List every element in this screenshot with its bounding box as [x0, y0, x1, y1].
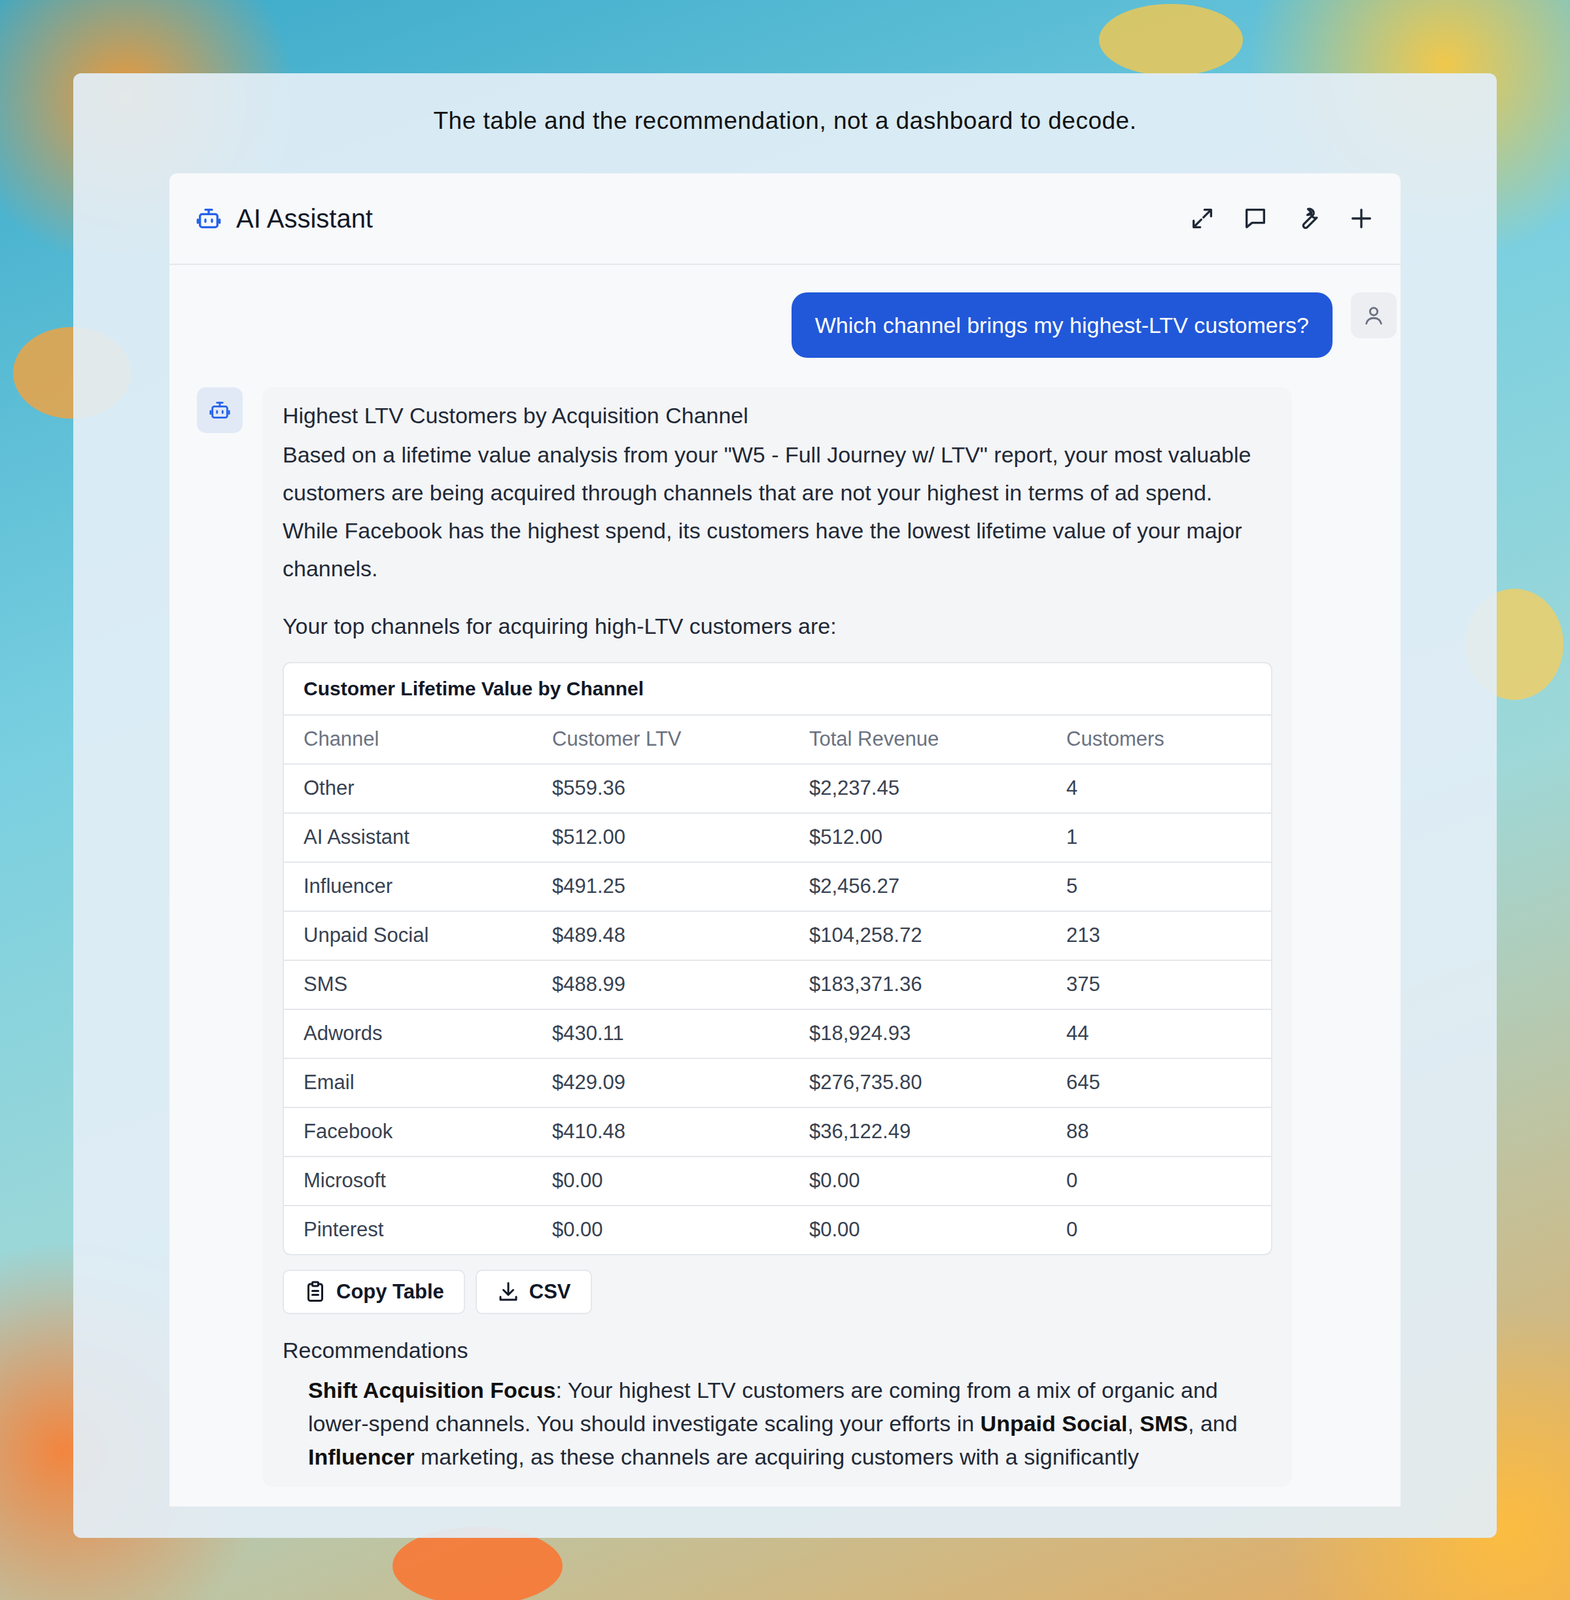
recommendation-text: SMS	[1139, 1411, 1188, 1436]
table-row: SMS$488.99$183,371.36375	[283, 960, 1272, 1011]
table-cell: Facebook	[283, 1112, 533, 1152]
table-cell: $410.48	[532, 1112, 790, 1152]
table-cell: Pinterest	[283, 1210, 533, 1250]
button-label: CSV	[529, 1280, 572, 1304]
table-row: Other$559.36$2,237.454	[283, 764, 1272, 814]
table-cell: 645	[1046, 1063, 1272, 1103]
answer-heading: Highest LTV Customers by Acquisition Cha…	[282, 400, 1273, 432]
flower-decoration	[1099, 3, 1243, 76]
table-row: Email$429.09$276,735.80645	[283, 1059, 1272, 1109]
column-header: Customers	[1046, 719, 1272, 759]
chat-body: Which channel brings my highest-LTV cust…	[169, 264, 1401, 1507]
table-row: Unpaid Social$489.48$104,258.72213	[283, 911, 1272, 961]
table-cell: 0	[1046, 1210, 1272, 1250]
table-cell: $559.36	[532, 768, 790, 808]
table-cell: 4	[1046, 768, 1272, 808]
window-title: AI Assistant	[236, 204, 373, 234]
recommendation-item: Shift Acquisition Focus: Your highest LT…	[308, 1373, 1273, 1474]
table-header: ChannelCustomer LTVTotal RevenueCustomer…	[283, 715, 1272, 765]
title-group: AI Assistant	[195, 204, 373, 234]
table-cell: $2,237.45	[789, 768, 1047, 808]
table-cell: 5	[1046, 866, 1272, 907]
person-icon	[1362, 304, 1385, 327]
table-cell: $512.00	[532, 817, 790, 857]
download-icon	[496, 1280, 521, 1304]
recommendation-text: , and	[1187, 1411, 1238, 1436]
table-cell: $0.00	[789, 1161, 1047, 1201]
table-title: Customer Lifetime Value by Channel	[283, 663, 1272, 716]
table-cell: $0.00	[532, 1161, 790, 1201]
ltv-table: Customer Lifetime Value by ChannelChanne…	[282, 662, 1273, 1256]
table-cell: Microsoft	[283, 1161, 533, 1201]
showcase-card: The table and the recommendation, not a …	[73, 73, 1497, 1538]
recommendation-text: Influencer	[308, 1444, 415, 1470]
bot-icon	[208, 399, 231, 422]
page-background: The table and the recommendation, not a …	[0, 0, 1570, 1600]
table-cell: $104,258.72	[789, 915, 1047, 956]
table-cell: Adwords	[283, 1013, 533, 1054]
user-message: Which channel brings my highest-LTV cust…	[791, 292, 1333, 358]
column-header: Customer LTV	[532, 719, 790, 759]
wrench-icon[interactable]	[1295, 205, 1322, 232]
user-avatar	[1350, 292, 1397, 339]
table-cell: $430.11	[532, 1013, 790, 1054]
table-cell: Unpaid Social	[283, 915, 533, 956]
button-label: Copy Table	[336, 1280, 445, 1304]
recommendations-heading: Recommendations	[282, 1337, 1273, 1364]
table-cell: Other	[283, 768, 533, 808]
table-actions: Copy Table CSV	[282, 1269, 1273, 1315]
table-cell: SMS	[283, 964, 533, 1005]
table-cell: $276,735.80	[789, 1063, 1047, 1103]
table-cell: $512.00	[789, 817, 1047, 857]
assistant-avatar	[196, 387, 243, 434]
table-cell: 213	[1046, 915, 1272, 956]
table-cell: 1	[1046, 817, 1272, 857]
table-cell: 0	[1046, 1161, 1272, 1201]
chat-icon[interactable]	[1242, 205, 1269, 232]
clipboard-icon	[303, 1280, 328, 1304]
answer-intro: Based on a lifetime value analysis from …	[282, 435, 1273, 588]
table-cell: 375	[1046, 964, 1272, 1005]
column-header: Channel	[283, 719, 533, 759]
plus-icon[interactable]	[1348, 205, 1375, 232]
caption: The table and the recommendation, not a …	[169, 73, 1401, 174]
table-cell: 88	[1046, 1112, 1272, 1152]
recommendation-text: Unpaid Social	[980, 1411, 1128, 1436]
table-cell: $18,924.93	[789, 1013, 1047, 1054]
assistant-message-row: Highest LTV Customers by Acquisition Cha…	[196, 387, 1397, 1487]
table-cell: $2,456.27	[789, 866, 1047, 907]
header-actions	[1189, 205, 1375, 232]
assistant-message: Highest LTV Customers by Acquisition Cha…	[262, 387, 1292, 1487]
table-cell: 44	[1046, 1013, 1272, 1054]
table-cell: AI Assistant	[283, 817, 533, 857]
recommendation-text: Shift Acquisition Focus	[308, 1377, 556, 1403]
table-row: Pinterest$0.00$0.000	[283, 1206, 1272, 1255]
copy-table-button[interactable]: Copy Table	[282, 1269, 466, 1315]
table-cell: $0.00	[789, 1210, 1047, 1250]
table-cell: $183,371.36	[789, 964, 1047, 1005]
table-row: Microsoft$0.00$0.000	[283, 1157, 1272, 1207]
recommendation-text: marketing, as these channels are acquiri…	[414, 1444, 1139, 1470]
table-row: AI Assistant$512.00$512.001	[283, 813, 1272, 863]
table-cell: $488.99	[532, 964, 790, 1005]
answer-lead-in: Your top channels for acquiring high-LTV…	[282, 607, 1273, 646]
csv-button[interactable]: CSV	[475, 1269, 593, 1315]
recommendation-text: ,	[1127, 1411, 1140, 1436]
table-cell: $491.25	[532, 866, 790, 907]
chat-header: AI Assistant	[169, 173, 1401, 265]
table-cell: $429.09	[532, 1063, 790, 1103]
table-cell: Influencer	[283, 866, 533, 907]
table-cell: $0.00	[532, 1210, 790, 1250]
table-cell: Email	[283, 1063, 533, 1103]
table-row: Influencer$491.25$2,456.275	[283, 862, 1272, 912]
user-message-row: Which channel brings my highest-LTV cust…	[196, 292, 1397, 358]
chat-panel: AI Assistant Which channel brings my high…	[169, 173, 1401, 1507]
table-row: Adwords$430.11$18,924.9344	[283, 1010, 1272, 1060]
expand-icon[interactable]	[1189, 205, 1216, 232]
bot-icon	[195, 205, 222, 232]
table-cell: $489.48	[532, 915, 790, 956]
table-row: Facebook$410.48$36,122.4988	[283, 1108, 1272, 1158]
table-cell: $36,122.49	[789, 1112, 1047, 1152]
column-header: Total Revenue	[789, 719, 1047, 759]
